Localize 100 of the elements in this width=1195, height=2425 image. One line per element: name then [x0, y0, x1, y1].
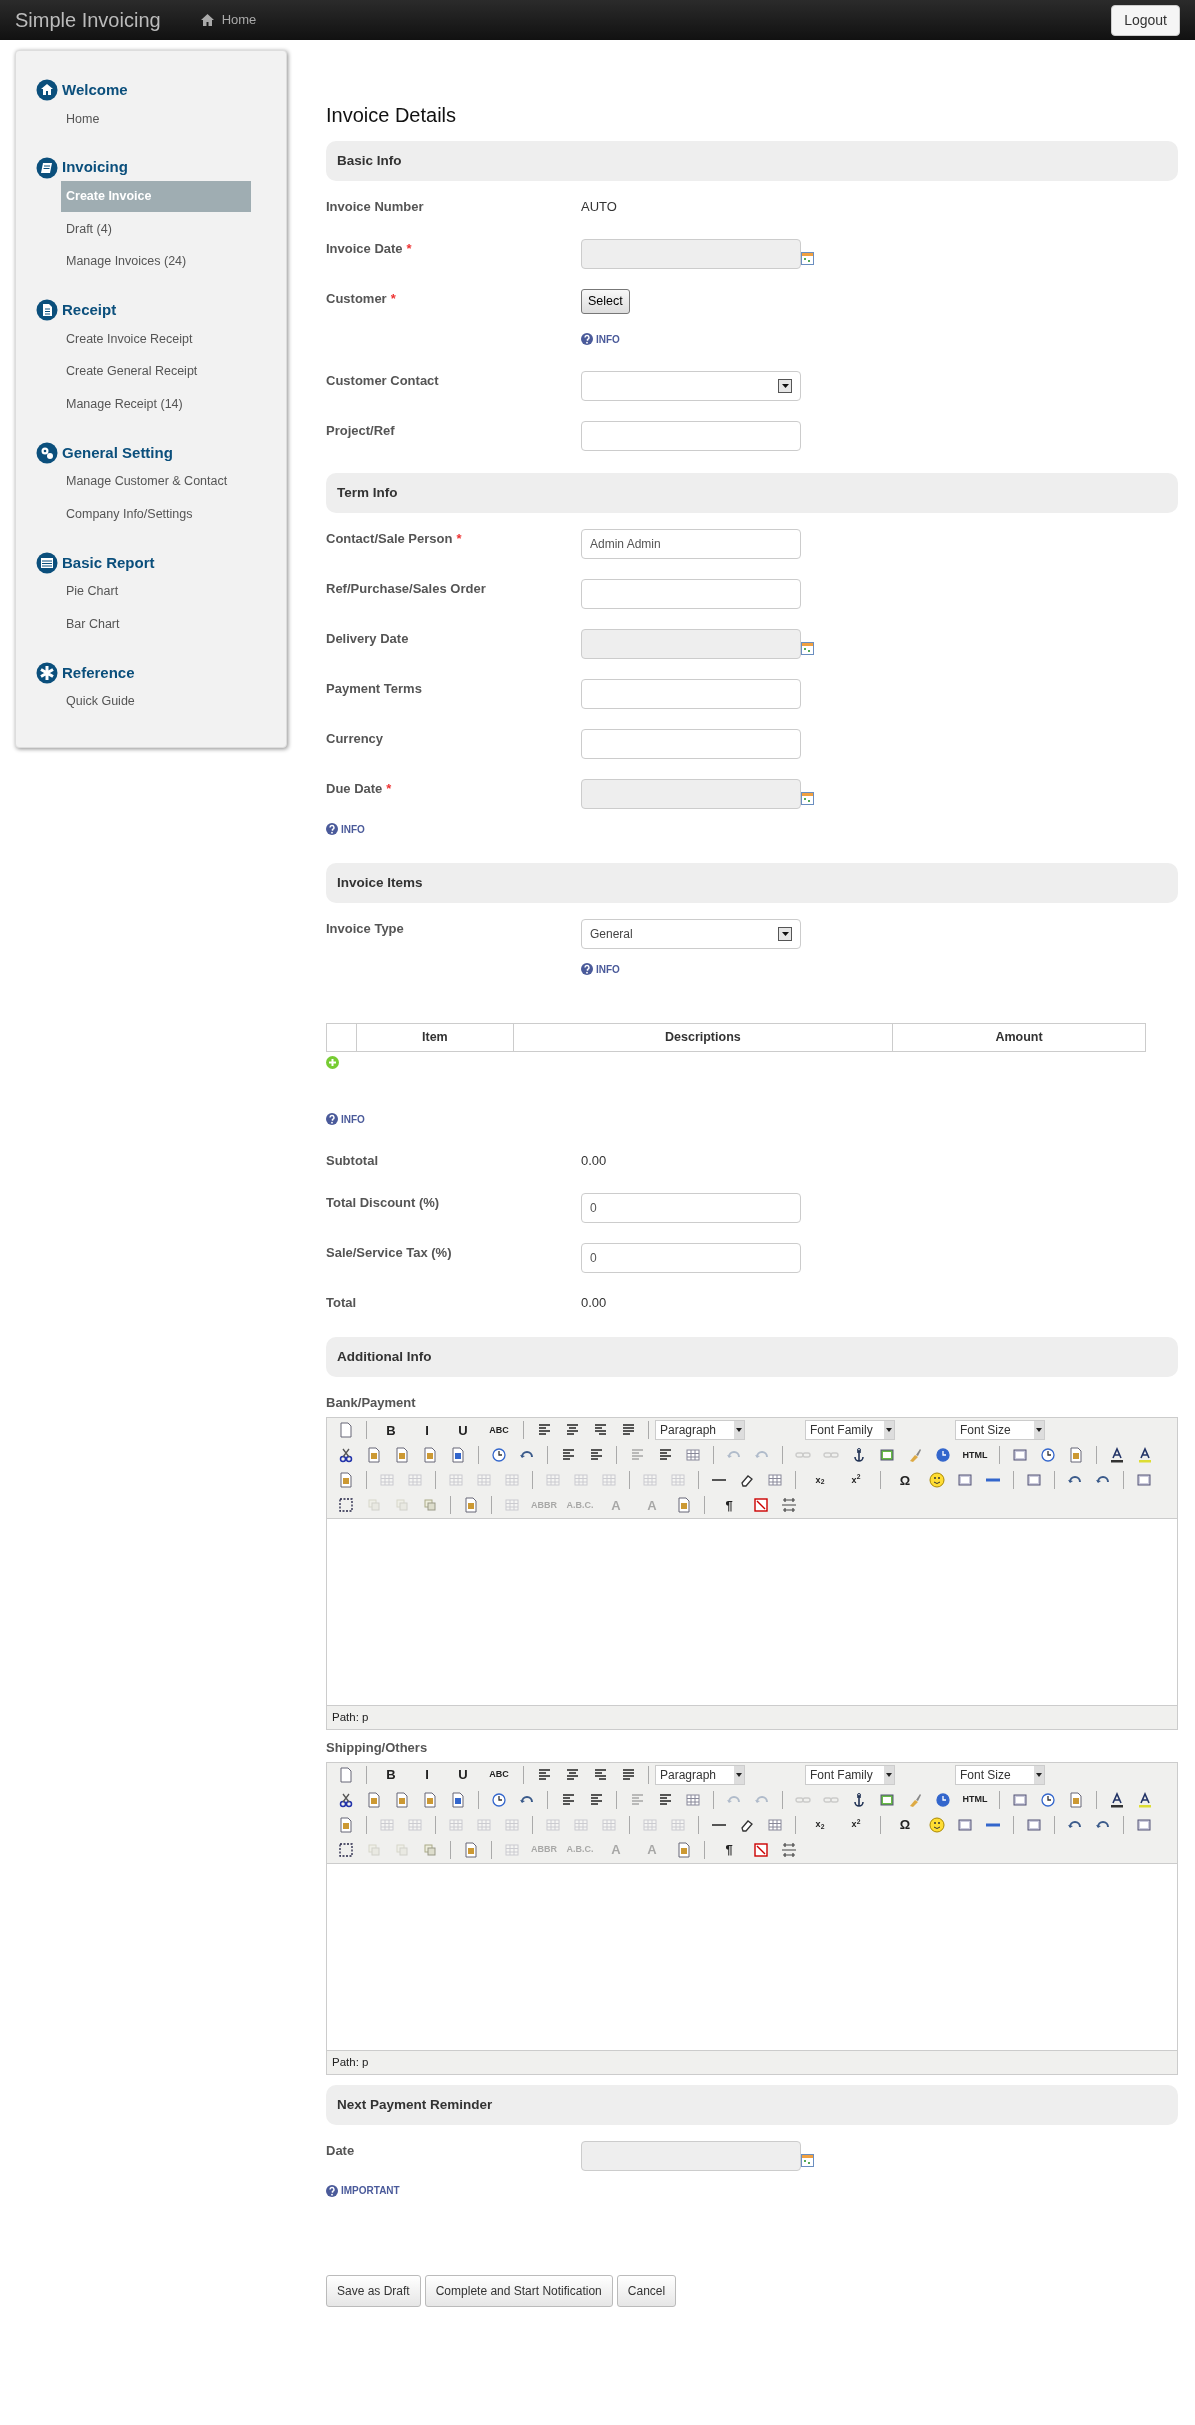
picture-icon[interactable]	[879, 1792, 895, 1808]
toolbar-dropdown[interactable]: Font Family	[805, 1420, 895, 1441]
align-center-icon[interactable]	[564, 1767, 580, 1783]
brand-name: Simple Invoicing	[15, 8, 161, 33]
align-left-icon[interactable]	[536, 1767, 552, 1783]
action-button[interactable]: Complete and Start Notification	[424, 2274, 613, 2307]
smiley-icon[interactable]	[929, 1472, 945, 1489]
anchor-icon[interactable]	[851, 1447, 867, 1464]
insert-layer-icon[interactable]	[422, 1497, 438, 1514]
smiley-icon[interactable]	[929, 1817, 945, 1833]
dropdown[interactable]: General	[581, 919, 801, 949]
justify-icon[interactable]	[620, 1767, 636, 1783]
field-label: Delivery Date	[326, 631, 409, 646]
date-field[interactable]	[581, 629, 801, 659]
table-icon[interactable]	[767, 1817, 783, 1833]
toolbar-button[interactable]: ¶	[711, 1839, 747, 1861]
info-link[interactable]: INFO	[326, 1111, 365, 1127]
page-break-icon[interactable]	[781, 1497, 797, 1514]
highlight-icon[interactable]	[1137, 1447, 1153, 1464]
toolbar-dropdown[interactable]: Font Size	[955, 1420, 1045, 1441]
toolbar-button[interactable]: x$_{2}$	[802, 1814, 838, 1836]
insert-layer-icon[interactable]	[422, 1842, 438, 1858]
toolbar-button[interactable]: x$_{2}$	[802, 1469, 838, 1492]
date-field[interactable]	[581, 239, 801, 269]
toolbar-dropdown[interactable]: Font Size	[955, 1765, 1045, 1785]
toolbar-button[interactable]: HTML	[957, 1789, 993, 1811]
toolbar-button[interactable]: U	[445, 1764, 481, 1786]
toolbar-button[interactable]: ¶	[711, 1494, 747, 1517]
input-field[interactable]: Admin Admin	[581, 529, 801, 559]
window-icon[interactable]	[1136, 1817, 1152, 1833]
toolbar-dropdown[interactable]: Font Family	[805, 1765, 895, 1785]
align-right-icon[interactable]	[592, 1767, 608, 1783]
clock-icon[interactable]	[1040, 1792, 1056, 1808]
dashed-box-icon[interactable]	[338, 1842, 354, 1858]
anchor-icon[interactable]	[851, 1792, 867, 1808]
dashed-box-icon[interactable]	[338, 1497, 354, 1514]
toolbar-button[interactable]: ABC	[481, 1419, 517, 1442]
scissors-icon[interactable]	[338, 1792, 354, 1808]
field-label: Contact/Sale Person	[326, 531, 453, 546]
sidebar-item[interactable]: Bar Chart	[61, 609, 251, 640]
sidebar-item[interactable]: Create Invoice Receipt	[61, 323, 251, 355]
field-value: AUTO	[581, 198, 617, 216]
date-field[interactable]	[581, 2140, 801, 2171]
sidebar-item[interactable]: Quick Guide	[61, 686, 251, 717]
select-button[interactable]: Select	[581, 289, 630, 314]
input-field[interactable]: 0	[581, 1243, 801, 1274]
picture-icon[interactable]	[879, 1447, 895, 1464]
new-document-icon[interactable]	[338, 1767, 354, 1783]
toolbar-button[interactable]: B	[373, 1764, 409, 1786]
input-field[interactable]	[581, 679, 801, 709]
nav-link[interactable]: Home	[200, 10, 257, 30]
toolbar-button[interactable]: I	[409, 1764, 445, 1786]
toolbar-button[interactable]: HTML	[957, 1444, 993, 1467]
indent-icon[interactable]	[657, 1792, 673, 1808]
sidebar-item[interactable]: Pie Chart	[61, 576, 251, 607]
input-field[interactable]	[581, 421, 801, 451]
field-label: Sale/Service Tax (%)	[326, 1245, 452, 1261]
brush-icon[interactable]	[907, 1447, 923, 1464]
highlight-icon[interactable]	[1137, 1792, 1153, 1808]
dropdown[interactable]	[581, 371, 801, 401]
toolbar-dropdown[interactable]: Paragraph	[655, 1765, 745, 1785]
action-button[interactable]: Cancel	[616, 2274, 677, 2307]
input-field[interactable]	[581, 579, 801, 609]
toolbar-button[interactable]: I	[409, 1419, 445, 1442]
toolbar-button[interactable]: x$^{2}$	[838, 1469, 874, 1492]
table-icon[interactable]	[767, 1472, 783, 1489]
info-link[interactable]: INFO	[581, 961, 620, 977]
toolbar-button[interactable]: Ω	[887, 1469, 923, 1492]
info-link[interactable]: INFO	[326, 821, 365, 837]
text-color-icon[interactable]	[1109, 1792, 1125, 1808]
toolbar-button[interactable]: B	[373, 1419, 409, 1442]
sidebar-item[interactable]: Home	[61, 103, 251, 135]
info-link[interactable]: INFO	[581, 331, 620, 347]
caret-icon	[1036, 1773, 1042, 1777]
sidebar-item[interactable]: Manage Receipt (14)	[61, 389, 251, 420]
clock-icon[interactable]	[1040, 1447, 1056, 1464]
brush-icon[interactable]	[907, 1792, 923, 1808]
toolbar-button[interactable]: x$^{2}$	[838, 1814, 874, 1836]
logout-button[interactable]: Logout	[1111, 4, 1180, 36]
window-icon[interactable]	[1136, 1472, 1152, 1489]
toolbar-button[interactable]: U	[445, 1419, 481, 1442]
field-label: Customer	[326, 291, 387, 306]
toolbar-dropdown[interactable]: Paragraph	[655, 1420, 745, 1441]
sidebar-item[interactable]: Company Info/Settings	[61, 499, 251, 530]
sidebar-item[interactable]: Manage Customer & Contact	[61, 466, 251, 497]
scissors-icon[interactable]	[338, 1447, 354, 1464]
sidebar-item[interactable]: Draft (4)	[61, 213, 251, 245]
toolbar-button[interactable]: ABC	[481, 1764, 517, 1786]
page-break-icon[interactable]	[781, 1842, 797, 1858]
new-document-icon[interactable]	[338, 1422, 354, 1439]
action-button[interactable]: Save as Draft	[326, 2274, 421, 2307]
sidebar-item[interactable]: Manage Invoices (24)	[61, 246, 251, 277]
input-field[interactable]	[581, 729, 801, 759]
sidebar-item[interactable]: Create General Receipt	[61, 356, 251, 387]
toolbar-button[interactable]: Ω	[887, 1814, 923, 1836]
section-header: Invoice Items	[326, 863, 1178, 903]
date-field[interactable]	[581, 779, 801, 809]
input-field[interactable]: 0	[581, 1193, 801, 1224]
text-color-icon[interactable]	[1109, 1447, 1125, 1464]
info-link[interactable]: IMPORTANT	[326, 2183, 400, 2199]
